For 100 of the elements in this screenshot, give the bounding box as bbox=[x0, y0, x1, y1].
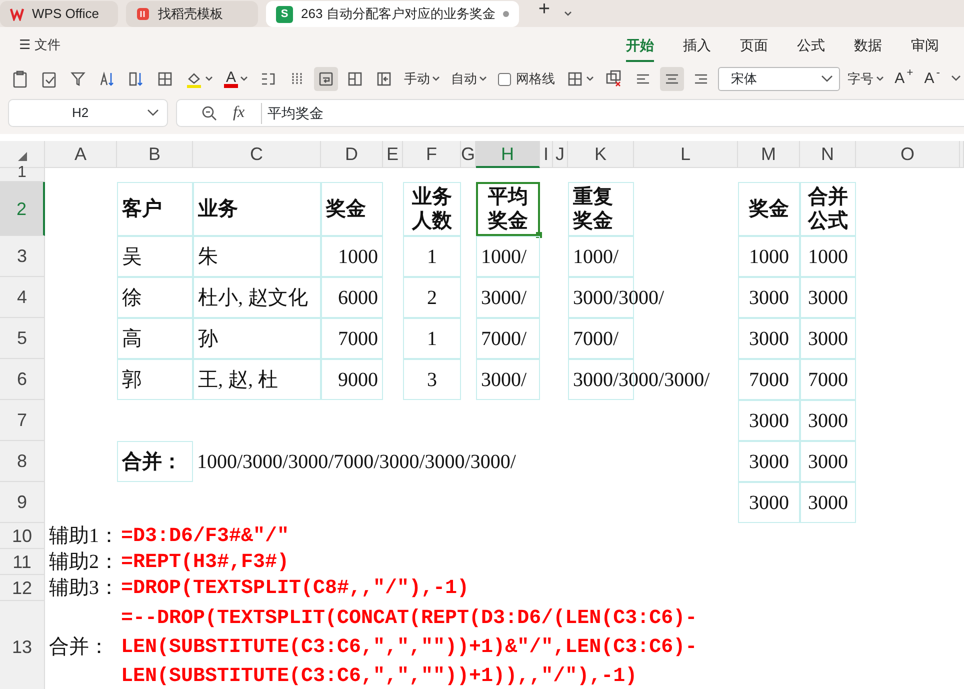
cell-text: 7000 bbox=[808, 368, 848, 392]
caret-icon bbox=[564, 10, 572, 16]
column-header[interactable]: K bbox=[568, 141, 634, 168]
cell-text: 3000 bbox=[808, 326, 848, 350]
cell-text: 7000/ bbox=[573, 326, 619, 350]
row-header[interactable]: 9 bbox=[0, 482, 45, 523]
cell-text: 3 bbox=[427, 368, 437, 392]
column-header[interactable]: J bbox=[553, 141, 568, 168]
formula-text: =D3:D6/F3#&"/" bbox=[121, 524, 290, 550]
cell-text: 3000 bbox=[749, 286, 789, 310]
cell-text: 1000/3000/3000/7000/3000/3000/3000/ bbox=[197, 450, 516, 474]
caret-icon bbox=[479, 76, 488, 82]
app-tab[interactable]: S 263 自动分配客户对应的业务奖金 bbox=[266, 1, 520, 27]
tab-label: WPS Office bbox=[32, 5, 99, 24]
font-size-button[interactable]: A$^{-}$ bbox=[921, 64, 943, 94]
row-header[interactable]: 7 bbox=[0, 400, 45, 441]
clear-format-icon bbox=[605, 70, 624, 88]
cell-text: 6000 bbox=[338, 286, 378, 310]
column-header[interactable]: C bbox=[193, 141, 321, 168]
row-header[interactable]: 3 bbox=[0, 236, 45, 277]
dropdown-button[interactable]: 自动 bbox=[448, 66, 490, 92]
row-header[interactable]: 11 bbox=[0, 549, 45, 575]
checkbox[interactable] bbox=[498, 72, 512, 86]
paste-values-icon bbox=[11, 70, 29, 88]
column-header[interactable]: G bbox=[461, 141, 476, 168]
cell-text: 客户 bbox=[122, 197, 162, 221]
cell-text: 奖金 bbox=[749, 197, 789, 221]
caret-icon bbox=[240, 76, 248, 82]
paste-format-icon bbox=[40, 70, 58, 88]
cell-text: 杜小, 赵文化 bbox=[198, 286, 308, 310]
dropdown-button[interactable]: 手动 bbox=[401, 66, 444, 92]
sort-descending-icon bbox=[127, 70, 145, 88]
column-header[interactable]: O bbox=[856, 141, 960, 168]
font-size-button[interactable]: A$^{+}$ bbox=[892, 64, 916, 94]
font-select[interactable]: 宋体 bbox=[718, 67, 840, 91]
column-header[interactable]: N bbox=[800, 141, 856, 168]
grid-icon bbox=[156, 70, 174, 88]
toolbar-button[interactable] bbox=[314, 67, 338, 91]
sort-ascending-icon bbox=[98, 70, 116, 88]
split-cells-icon bbox=[346, 70, 364, 88]
column-header[interactable]: A bbox=[45, 141, 117, 168]
cell-text: 1000 bbox=[749, 244, 789, 268]
cell-text: 3000 bbox=[749, 408, 789, 432]
formula-text: =--DROP(TEXTSPLIT(CONCAT(REPT(D3:D6/(LEN(C3:C6)- LEN(SUBSTITUTE(C3:C6,",",""))+1)&"/",LEN(C3:C6)- LEN(SUBSTITUTE(C3:C6,",",""))+1)),,"/"),-1) bbox=[121, 606, 698, 689]
ribbon-tab[interactable]: 公式 bbox=[797, 31, 825, 62]
column-header[interactable]: D bbox=[321, 141, 383, 168]
cell-text: 1 bbox=[427, 244, 437, 268]
cell-cursor[interactable]: 平均 奖金 bbox=[476, 182, 540, 236]
function-label[interactable]: fx bbox=[233, 101, 245, 125]
formula-text: =DROP(TEXTSPLIT(C8#,,"/"),-1) bbox=[121, 576, 470, 602]
cell-text: 郭 bbox=[122, 368, 142, 392]
font-color-button[interactable]: A bbox=[221, 68, 252, 90]
cell-text: 7000 bbox=[749, 368, 789, 392]
cell-text: 辅助2： bbox=[49, 550, 119, 574]
chevron-icon bbox=[951, 75, 961, 83]
cell-text: 重复 奖金 bbox=[573, 185, 613, 233]
column-header[interactable]: M bbox=[738, 141, 800, 168]
column-header[interactable]: H bbox=[476, 141, 540, 168]
row-header[interactable]: 8 bbox=[0, 441, 45, 482]
cell-text: 3000 bbox=[749, 450, 789, 474]
column-header[interactable]: E bbox=[383, 141, 403, 168]
ribbon-tab[interactable]: 插入 bbox=[683, 31, 711, 62]
name-box[interactable]: H2 bbox=[8, 99, 168, 127]
cell-text: 徐 bbox=[122, 286, 142, 310]
chevron-icon bbox=[820, 75, 833, 83]
gridlines-option[interactable]: 网格线 bbox=[495, 66, 558, 92]
row-header[interactable]: 2 bbox=[0, 182, 45, 236]
cell-text: 合并 公式 bbox=[808, 185, 848, 233]
new-tab-button[interactable]: + bbox=[535, 0, 553, 27]
row-header[interactable]: 1 bbox=[0, 168, 45, 182]
column-header[interactable]: F bbox=[403, 141, 461, 168]
formula-field[interactable]: 平均奖金 bbox=[260, 102, 324, 124]
select-all-icon[interactable] bbox=[17, 151, 27, 161]
cell-text: 合并： bbox=[49, 635, 109, 659]
column-header[interactable]: B bbox=[117, 141, 193, 168]
column-header[interactable]: L bbox=[634, 141, 738, 168]
app-tab[interactable]: WPS Office bbox=[0, 1, 118, 27]
cell-text: 3000 bbox=[749, 326, 789, 350]
file-type-icon: S bbox=[276, 6, 293, 22]
cell-text: 业务 bbox=[198, 197, 238, 221]
toolbar-button[interactable] bbox=[660, 67, 684, 91]
caret-icon bbox=[586, 76, 594, 82]
tab-label: 263 自动分配客户对应的业务奖金 bbox=[301, 5, 496, 24]
ribbon-tab[interactable]: 页面 bbox=[740, 31, 768, 62]
dropdown-button[interactable]: 字号 bbox=[844, 66, 887, 92]
column-header[interactable]: I bbox=[540, 141, 553, 168]
file-menu[interactable]: ☰ 文件 bbox=[16, 32, 64, 58]
cell-text: 业务 人数 bbox=[412, 185, 452, 233]
ribbon-tab[interactable]: 开始 bbox=[626, 31, 654, 62]
caret-icon bbox=[876, 76, 884, 82]
ribbon-tab[interactable]: 数据 bbox=[854, 31, 882, 62]
row-header[interactable]: 4 bbox=[0, 277, 45, 318]
app-tab[interactable]: 找稻壳模板 bbox=[126, 1, 258, 27]
row-header[interactable]: 12 bbox=[0, 575, 45, 601]
cell-text: 吴 bbox=[122, 244, 142, 268]
row-header[interactable]: 6 bbox=[0, 359, 45, 400]
ribbon-tab[interactable]: 审阅 bbox=[911, 31, 939, 62]
row-header[interactable]: 5 bbox=[0, 318, 45, 359]
row-header[interactable]: 10 bbox=[0, 523, 45, 549]
row-header[interactable]: 13 bbox=[0, 601, 45, 689]
